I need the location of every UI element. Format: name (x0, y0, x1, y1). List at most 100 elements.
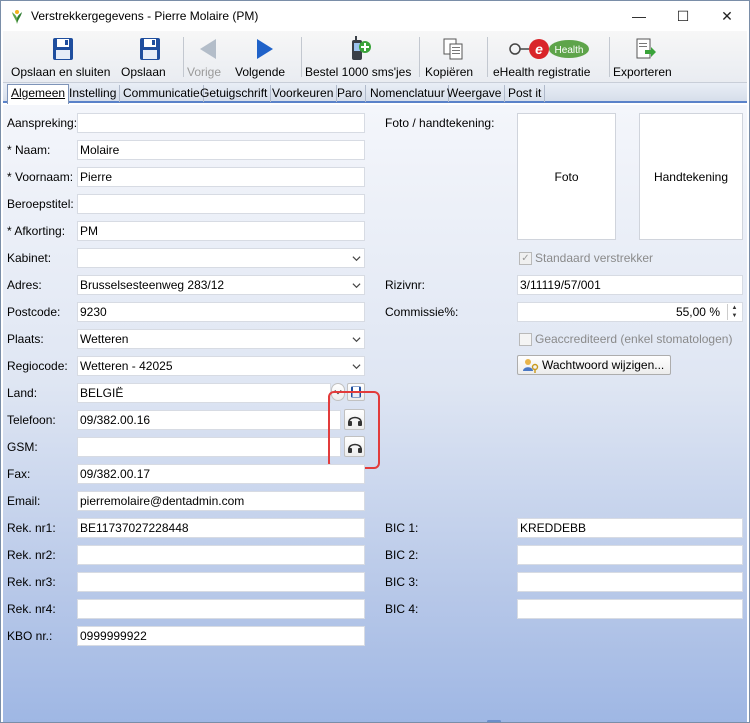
adres-select[interactable]: Brusselsesteenweg 283/12 (77, 275, 365, 295)
rizivnr-input[interactable]: 3/11119/57/001 (517, 275, 743, 295)
tab-algemeen[interactable]: Algemeen (7, 84, 70, 104)
ehealth-registration-button[interactable]: e Health eHealth registratie (493, 34, 605, 80)
spin-up-icon[interactable]: ▲ (728, 304, 741, 312)
naam-input[interactable]: Molaire (77, 140, 365, 160)
save-label: Opslaan (121, 65, 166, 79)
tab-bar: Algemeen Instelling Communicatie Getuigs… (3, 83, 747, 104)
land-label: Land: (7, 386, 38, 400)
bic3-input[interactable] (517, 572, 743, 592)
export-label: Exporteren (613, 65, 672, 79)
plaats-label: Plaats: (7, 332, 44, 346)
bic2-input[interactable] (517, 545, 743, 565)
plaats-select[interactable]: Wetteren (77, 329, 365, 349)
toolbar-separator (183, 37, 184, 77)
previous-label: Vorige (187, 65, 222, 79)
change-password-label: Wachtwoord wijzigen... (542, 358, 665, 372)
order-sms-button[interactable]: Bestel 1000 sms'jes (305, 34, 415, 80)
aanspreking-input[interactable] (77, 113, 365, 133)
provider-details-window: Verstrekkergegevens - Pierre Molaire (PM… (0, 0, 750, 723)
kabinet-label: Kabinet: (7, 251, 52, 265)
bic1-label: BIC 1: (385, 521, 419, 535)
standard-provider-checkbox[interactable]: ✓ Standaard verstrekker (519, 251, 653, 265)
postcode-input[interactable]: 9230 (77, 302, 365, 322)
bic4-input[interactable] (517, 599, 743, 619)
photo-box[interactable]: Foto (517, 113, 616, 240)
fax-label: Fax: (7, 467, 31, 481)
app-logo-icon (12, 10, 22, 24)
land-input[interactable]: BELGIË (77, 383, 331, 403)
arrow-right-icon (257, 39, 273, 59)
commissie-value: 55,00 % (675, 305, 720, 319)
rek2-input[interactable] (77, 545, 365, 565)
telefoon-label: Telefoon: (7, 413, 56, 427)
tab-weergave[interactable]: Weergave (444, 85, 506, 102)
tab-post-it[interactable]: Post it (505, 85, 546, 102)
standard-provider-label: Standaard verstrekker (535, 251, 654, 265)
window-title: Verstrekkergegevens - Pierre Molaire (PM… (31, 9, 259, 23)
rek3-input[interactable] (77, 572, 365, 592)
afkorting-input[interactable]: PM (77, 221, 365, 241)
foto-handtekening-label: Foto / handtekening: (385, 116, 495, 130)
telefoon-input[interactable]: 09/382.00.16 (77, 410, 341, 430)
bic2-label: BIC 2: (385, 548, 419, 562)
tab-nomenclatuur[interactable]: Nomenclatuur (367, 85, 449, 102)
commissie-spin-buttons[interactable]: ▲ ▼ (727, 304, 741, 320)
save-button[interactable]: Opslaan (121, 34, 179, 80)
regiocode-select[interactable]: Wetteren - 42025 (77, 356, 365, 376)
export-button[interactable]: Exporteren (613, 34, 679, 80)
beroepstitel-label: Beroepstitel: (7, 197, 74, 211)
fax-input[interactable]: 09/382.00.17 (77, 464, 365, 484)
rek3-label: Rek. nr3: (7, 575, 56, 589)
copy-button[interactable]: Kopiëren (425, 34, 481, 80)
commissie-spinner[interactable]: 55,00 % ▲ ▼ (517, 302, 743, 322)
email-input[interactable]: pierremolaire@dentadmin.com (77, 491, 365, 511)
beroepstitel-input[interactable] (77, 194, 365, 214)
voornaam-input[interactable]: Pierre (77, 167, 365, 187)
regiocode-value: Wetteren - 42025 (80, 359, 173, 373)
annotation-highlight (328, 391, 380, 469)
next-button[interactable]: Volgende (235, 34, 295, 80)
adres-label: Adres: (7, 278, 42, 292)
checkbox-empty-icon (519, 332, 532, 346)
change-password-button[interactable]: Wachtwoord wijzigen... (517, 355, 672, 375)
previous-button[interactable]: Vorige (187, 34, 229, 80)
signature-box[interactable]: Handtekening (639, 113, 743, 240)
afkorting-label: * Afkorting: (7, 224, 66, 238)
minimize-button[interactable]: — (617, 1, 661, 31)
kabinet-select[interactable] (77, 248, 365, 268)
gsm-label: GSM: (7, 440, 38, 454)
rek4-input[interactable] (77, 599, 365, 619)
save-close-button[interactable]: Opslaan en sluiten (11, 34, 115, 80)
toolbar-separator (609, 37, 610, 77)
commissie-label: Commissie%: (385, 305, 459, 319)
tab-voorkeuren[interactable]: Voorkeuren (269, 85, 338, 102)
toolbar-separator (419, 37, 420, 77)
chevron-down-icon (352, 364, 361, 370)
floppy-disk-icon (140, 38, 160, 60)
bic3-label: BIC 3: (385, 575, 419, 589)
kbo-input[interactable]: 0999999922 (77, 626, 365, 646)
gsm-input[interactable] (77, 437, 341, 457)
tab-communicatie[interactable]: Communicatie (120, 85, 204, 102)
tab-getuigschrift[interactable]: Getuigschrift (197, 85, 272, 102)
regiocode-label: Regiocode: (7, 359, 68, 373)
toolbar-separator (487, 37, 488, 77)
bic1-input[interactable]: KREDDEBB (517, 518, 743, 538)
rek1-input[interactable]: BE11737027228448 (77, 518, 365, 538)
spin-down-icon[interactable]: ▼ (728, 312, 741, 320)
export-document-icon (636, 38, 656, 59)
accredited-checkbox[interactable]: Geaccrediteerd (enkel stomatologen) (519, 332, 732, 346)
voornaam-label: * Voornaam: (7, 170, 74, 184)
close-button[interactable]: ✕ (705, 1, 749, 31)
user-key-icon (523, 359, 539, 373)
rek4-label: Rek. nr4: (7, 602, 56, 616)
email-label: Email: (7, 494, 41, 508)
maximize-button[interactable]: ☐ (661, 1, 705, 31)
toolbar-separator (301, 37, 302, 77)
naam-label: * Naam: (7, 143, 51, 157)
tab-instelling[interactable]: Instelling (66, 85, 121, 102)
tab-paro[interactable]: Paro (334, 85, 367, 102)
chevron-down-icon (352, 337, 361, 343)
next-label: Volgende (235, 65, 286, 79)
copy-label: Kopiëren (425, 65, 474, 79)
